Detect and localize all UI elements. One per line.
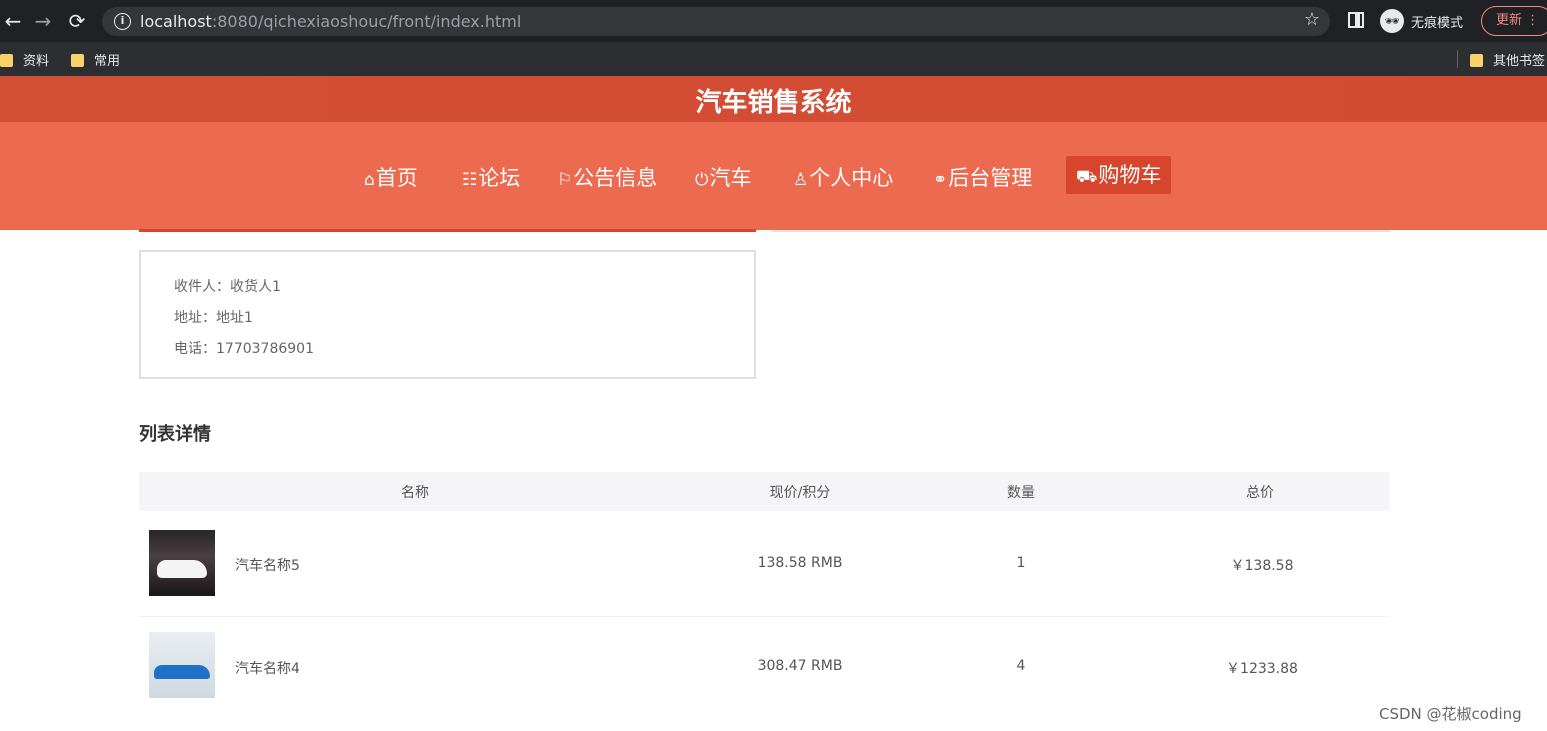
nav-label: 购物车 (1098, 163, 1162, 187)
list-title: 列表详情 (139, 424, 211, 445)
link-icon: ⚭ (933, 170, 948, 190)
url-host: localhost (140, 12, 212, 31)
nav-cars[interactable]: ⏻汽车 (695, 162, 751, 192)
table-header: 名称 现价/积分 数量 总价 (139, 472, 1390, 511)
nav-label: 论坛 (478, 166, 521, 190)
table-row: 汽车名称4 308.47 RMB 4 ￥1233.88 (139, 616, 1390, 718)
item-price: 138.58 RMB (757, 555, 843, 571)
flag-icon: ⚐ (557, 170, 573, 190)
side-panel-icon[interactable] (1348, 12, 1364, 28)
bookmark-folder[interactable]: 常用 (71, 50, 120, 69)
folder-icon (71, 54, 84, 67)
bookmark-star-icon[interactable]: ☆ (1304, 9, 1320, 30)
nav-admin[interactable]: ⚭后台管理 (933, 162, 1032, 192)
update-button[interactable]: 更新 ⋮ (1481, 6, 1547, 36)
car-thumbnail[interactable] (149, 530, 215, 596)
address-text: 地址：地址1 (174, 310, 253, 326)
update-label: 更新 (1496, 13, 1523, 28)
bookmark-label: 资料 (23, 54, 50, 69)
nav-cart[interactable]: ⛟购物车 (1066, 156, 1172, 194)
item-quantity: 1 (1016, 555, 1026, 571)
nav-label: 汽车 (709, 166, 752, 190)
reload-icon[interactable]: ⟳ (64, 8, 90, 34)
power-icon: ⏻ (695, 170, 709, 190)
url-text[interactable]: localhost:8080/qichexiaoshouc/front/inde… (140, 12, 521, 31)
site-info-icon[interactable]: i (114, 13, 131, 30)
url-path: :8080/qichexiaoshouc/front/index.html (211, 12, 522, 31)
cart-icon: ⛟ (1076, 167, 1098, 187)
user-icon: ♙ (793, 170, 809, 190)
site-header: 汽车销售系统 (0, 76, 1547, 122)
address-bar[interactable]: i localhost:8080/qichexiaoshouc/front/in… (102, 7, 1330, 36)
bookmarks-bar: 资料 常用 其他书签 (0, 42, 1547, 76)
nav-forum[interactable]: ☷论坛 (462, 162, 520, 192)
home-icon: ⌂ (364, 170, 375, 190)
item-total: ￥1233.88 (1226, 661, 1298, 677)
nav-home[interactable]: ⌂首页 (364, 162, 418, 192)
selected-address-border (139, 229, 756, 232)
nav-profile[interactable]: ♙个人中心 (793, 162, 893, 192)
nav-label: 个人中心 (809, 166, 894, 190)
car-thumbnail[interactable] (149, 632, 215, 698)
forward-icon[interactable]: → (30, 8, 56, 34)
receiver-text: 收件人：收货人1 (174, 279, 281, 295)
other-bookmarks-label: 其他书签 (1493, 54, 1546, 69)
folder-icon (0, 54, 13, 67)
browser-toolbar: ← → ⟳ i localhost:8080/qichexiaoshouc/fr… (0, 0, 1547, 42)
bookmarks-divider (1457, 50, 1458, 68)
back-icon[interactable]: ← (0, 8, 26, 34)
bookmark-folder[interactable]: 资料 (0, 50, 49, 69)
table-row: 汽车名称5 138.58 RMB 1 ￥138.58 (139, 513, 1390, 615)
col-quantity: 数量 (1007, 485, 1035, 501)
grid-icon: ☷ (462, 170, 478, 190)
item-name[interactable]: 汽车名称5 (235, 555, 300, 575)
phone-text: 电话：17703786901 (174, 341, 314, 357)
other-bookmarks-folder[interactable]: 其他书签 (1470, 50, 1545, 69)
folder-icon (1470, 54, 1483, 67)
address-card-border (772, 230, 1390, 232)
address-card[interactable]: 收件人：收货人1 地址：地址1 电话：17703786901 (139, 250, 756, 379)
bookmark-label: 常用 (94, 54, 121, 69)
item-quantity: 4 (1016, 658, 1026, 674)
incognito-icon[interactable]: 🕶 (1380, 9, 1404, 33)
site-title: 汽车销售系统 (695, 88, 852, 118)
item-price: 308.47 RMB (757, 658, 843, 674)
col-price: 现价/积分 (769, 485, 831, 501)
item-total: ￥138.58 (1230, 558, 1294, 574)
main-nav: ⌂首页 ☷论坛 ⚐公告信息 ⏻汽车 ♙个人中心 ⚭后台管理 ⛟购物车 (0, 122, 1547, 230)
col-total: 总价 (1246, 485, 1274, 501)
nav-label: 公告信息 (573, 166, 658, 190)
nav-label: 后台管理 (948, 166, 1033, 190)
csdn-watermark: CSDN @花椒coding (1379, 705, 1522, 723)
item-name[interactable]: 汽车名称4 (235, 658, 300, 678)
nav-notice[interactable]: ⚐公告信息 (557, 162, 657, 192)
col-name: 名称 (401, 485, 429, 501)
nav-label: 首页 (375, 166, 418, 190)
incognito-label: 无痕模式 (1411, 16, 1464, 31)
